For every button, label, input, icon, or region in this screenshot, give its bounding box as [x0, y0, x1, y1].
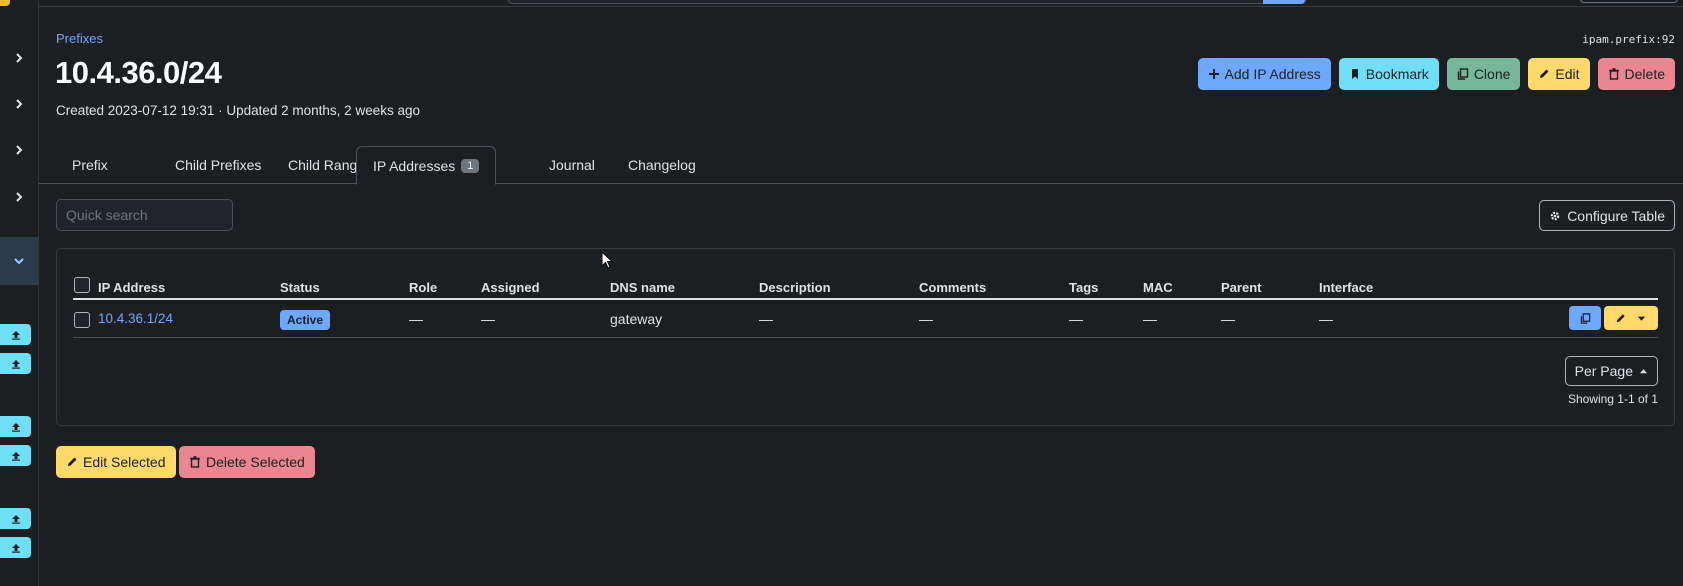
bookmark-button[interactable]: Bookmark: [1338, 58, 1439, 90]
gear-icon: [1550, 211, 1560, 220]
tab-child-prefixes[interactable]: Child Prefixes: [159, 146, 277, 184]
comments-cell: —: [919, 311, 933, 327]
sidebar: [0, 0, 39, 586]
tab-ip-addresses-label: IP Addresses: [373, 157, 456, 174]
upload-icon[interactable]: [0, 324, 31, 345]
add-ip-address-button[interactable]: Add IP Address: [1197, 58, 1331, 90]
upload-icon[interactable]: [0, 353, 31, 374]
column-header[interactable]: IP Address: [98, 280, 165, 295]
row-edit-dropdown-button[interactable]: [1604, 306, 1658, 330]
plus-icon: [1208, 69, 1219, 79]
per-page-label: Per Page: [1574, 363, 1633, 379]
row-select-checkbox[interactable]: [74, 312, 90, 328]
upload-icon[interactable]: [0, 416, 31, 437]
column-header[interactable]: Status: [280, 280, 320, 295]
upload-icon[interactable]: [0, 445, 31, 466]
pencil-icon: [1540, 69, 1549, 78]
select-all-checkbox[interactable]: [74, 277, 90, 293]
interface-cell: —: [1319, 311, 1333, 327]
trash-icon: [1608, 68, 1619, 80]
pencil-icon: [68, 457, 77, 466]
column-header[interactable]: Assigned: [481, 280, 540, 295]
column-header[interactable]: Description: [759, 280, 831, 295]
column-header[interactable]: Parent: [1221, 280, 1261, 295]
quick-search-input[interactable]: [56, 199, 233, 231]
parent-cell: —: [1221, 311, 1235, 327]
caret-up-icon: [1639, 368, 1648, 373]
add-ip-address-label: Add IP Address: [1224, 66, 1321, 82]
global-search-input[interactable]: [508, 0, 1306, 4]
tab-prefix-label: Prefix: [72, 157, 108, 173]
tab-bar: Prefix Child Prefixes Child Ranges IP Ad…: [39, 146, 1683, 185]
object-identifier: ipam.prefix:92: [1582, 33, 1675, 46]
tab-changelog-label: Changelog: [628, 157, 696, 173]
sidebar-chevron-right-icon[interactable]: [0, 85, 38, 123]
ip-address-link[interactable]: 10.4.36.1/24: [98, 311, 173, 326]
clone-button[interactable]: Clone: [1446, 58, 1521, 90]
edit-button[interactable]: Edit: [1528, 58, 1590, 90]
pencil-icon: [1616, 313, 1625, 322]
global-search-button[interactable]: [1263, 0, 1305, 4]
column-header[interactable]: Role: [409, 280, 437, 295]
sidebar-chevron-right-icon[interactable]: [0, 178, 38, 216]
tab-child-prefixes-label: Child Prefixes: [175, 157, 262, 173]
tags-cell: —: [1069, 311, 1083, 327]
delete-selected-button[interactable]: Delete Selected: [179, 446, 315, 478]
caret-down-icon[interactable]: [1636, 313, 1647, 324]
dns-name-cell: gateway: [610, 311, 663, 327]
pagination-summary: Showing 1-1 of 1: [1567, 392, 1658, 406]
column-header[interactable]: Comments: [919, 280, 986, 295]
clone-icon: [1457, 68, 1469, 80]
table-row: 10.4.36.1/24 Active — — gateway — — — — …: [73, 302, 1658, 338]
mac-cell: —: [1143, 311, 1157, 327]
column-header[interactable]: Interface: [1319, 280, 1373, 295]
top-navbar: [39, 0, 1683, 7]
delete-selected-label: Delete Selected: [206, 454, 305, 470]
tab-prefix[interactable]: Prefix: [56, 146, 124, 184]
edit-label: Edit: [1555, 66, 1580, 82]
created-updated-meta: Created 2023-07-12 19:31 · Updated 2 mon…: [56, 103, 420, 118]
column-header[interactable]: Tags: [1069, 280, 1098, 295]
configure-table-label: Configure Table: [1567, 207, 1665, 224]
tab-journal-label: Journal: [549, 157, 595, 173]
description-cell: —: [759, 311, 773, 327]
bookmark-icon: [1351, 69, 1358, 79]
sidebar-chevron-right-icon[interactable]: [0, 39, 38, 77]
edit-selected-button[interactable]: Edit Selected: [56, 446, 176, 478]
row-copy-button[interactable]: [1569, 306, 1601, 330]
tab-changelog[interactable]: Changelog: [612, 146, 712, 184]
upload-icon[interactable]: [0, 508, 31, 529]
trash-icon: [190, 456, 200, 468]
sidebar-chevron-down-icon[interactable]: [0, 237, 38, 285]
role-cell: —: [409, 311, 423, 327]
status-badge: Active: [280, 310, 331, 330]
assigned-cell: —: [481, 311, 495, 327]
delete-label: Delete: [1624, 66, 1665, 82]
column-header[interactable]: MAC: [1143, 280, 1173, 295]
configure-table-button[interactable]: Configure Table: [1539, 200, 1675, 231]
clone-label: Clone: [1473, 66, 1511, 82]
page-title: 10.4.36.0/24: [55, 55, 222, 90]
tab-ip-addresses[interactable]: IP Addresses 1: [356, 146, 497, 185]
logo: [0, 0, 10, 6]
bookmark-label: Bookmark: [1365, 66, 1429, 82]
breadcrumb-prefixes[interactable]: Prefixes: [56, 31, 103, 46]
user-menu-button[interactable]: [1580, 0, 1678, 3]
ip-address-table-card: IP Address Status Role Assigned DNS name…: [56, 248, 1675, 426]
column-header[interactable]: DNS name: [610, 280, 675, 295]
upload-icon[interactable]: [0, 537, 31, 558]
edit-selected-label: Edit Selected: [83, 454, 166, 470]
action-buttons: Add IP Address Bookmark Clone Edit Delet…: [1197, 58, 1675, 90]
delete-button[interactable]: Delete: [1597, 58, 1675, 90]
table-header: IP Address Status Role Assigned DNS name…: [73, 274, 1658, 300]
per-page-dropdown[interactable]: Per Page: [1564, 356, 1658, 386]
mouse-cursor-icon: [601, 251, 613, 269]
sidebar-chevron-right-icon[interactable]: [0, 131, 38, 169]
copy-icon: [1580, 312, 1590, 324]
tab-journal[interactable]: Journal: [533, 146, 611, 184]
ip-address-count-badge: 1: [461, 158, 480, 173]
